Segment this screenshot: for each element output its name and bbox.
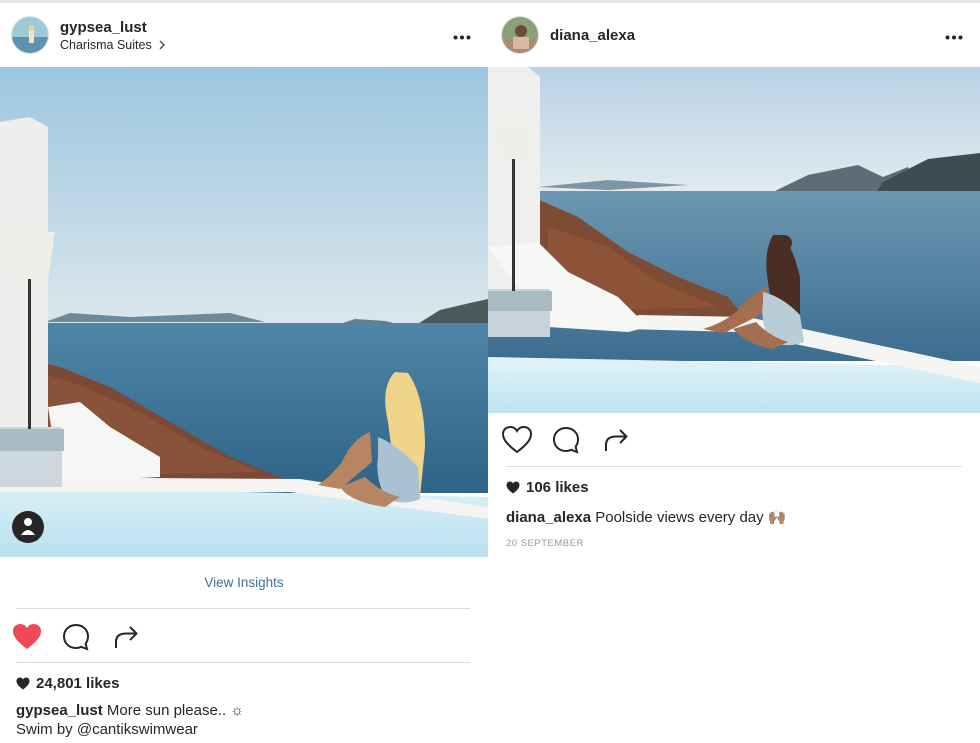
post-right: diana_alexa 106 likes diana_alexa Poolsi… xyxy=(488,3,980,743)
like-button[interactable] xyxy=(501,424,533,456)
more-options-button[interactable] xyxy=(945,29,963,40)
heart-icon xyxy=(13,624,41,649)
action-bar xyxy=(0,619,488,659)
post-date: 20 SEPTEMBER xyxy=(506,538,584,549)
post-photo[interactable] xyxy=(488,67,980,413)
location-label: Charisma Suites xyxy=(60,38,152,52)
comment-icon xyxy=(552,426,580,454)
comment-icon xyxy=(62,623,90,651)
more-options-button[interactable] xyxy=(453,29,471,40)
username[interactable]: gypsea_lust xyxy=(60,19,147,36)
likes-count[interactable]: 24,801 likes xyxy=(16,675,119,692)
user-tag-icon[interactable] xyxy=(12,511,44,543)
post-header: diana_alexa xyxy=(488,3,980,67)
caption: diana_alexa Poolside views every day 🙌🏽 xyxy=(506,508,787,526)
comment-button[interactable] xyxy=(550,424,582,456)
divider xyxy=(16,608,470,609)
heart-small-icon xyxy=(16,677,30,690)
action-bar xyxy=(488,423,980,463)
share-icon xyxy=(115,626,138,648)
caption-line-2: Swim by @cantikswimwear xyxy=(16,721,198,738)
more-options-icon xyxy=(453,35,471,40)
view-insights-link[interactable]: View Insights xyxy=(0,575,488,590)
post-header: gypsea_lust Charisma Suites xyxy=(0,3,488,67)
share-icon xyxy=(605,429,628,451)
share-button[interactable] xyxy=(110,621,142,653)
caption-username[interactable]: gypsea_lust xyxy=(16,702,103,719)
caption-text: Poolside views every day 🙌🏽 xyxy=(595,509,787,526)
like-button[interactable] xyxy=(11,621,43,653)
heart-small-icon xyxy=(506,481,520,494)
caption: gypsea_lust More sun please.. ☼ xyxy=(16,702,244,719)
caption-username[interactable]: diana_alexa xyxy=(506,509,591,526)
avatar[interactable] xyxy=(11,16,49,54)
divider xyxy=(506,466,962,467)
likes-label: 24,801 likes xyxy=(36,675,120,692)
post-left: gypsea_lust Charisma Suites View Insight… xyxy=(0,3,488,743)
likes-label: 106 likes xyxy=(526,479,589,496)
chevron-right-icon xyxy=(159,40,166,50)
caption-text: More sun please.. ☼ xyxy=(106,702,245,719)
comment-button[interactable] xyxy=(60,621,92,653)
more-options-icon xyxy=(945,35,963,40)
divider xyxy=(16,662,470,663)
share-button[interactable] xyxy=(600,424,632,456)
username[interactable]: diana_alexa xyxy=(550,27,635,44)
likes-count[interactable]: 106 likes xyxy=(506,479,589,496)
heart-icon xyxy=(501,425,533,454)
avatar[interactable] xyxy=(501,16,539,54)
post-photo[interactable] xyxy=(0,67,488,557)
location-link[interactable]: Charisma Suites xyxy=(60,38,166,52)
